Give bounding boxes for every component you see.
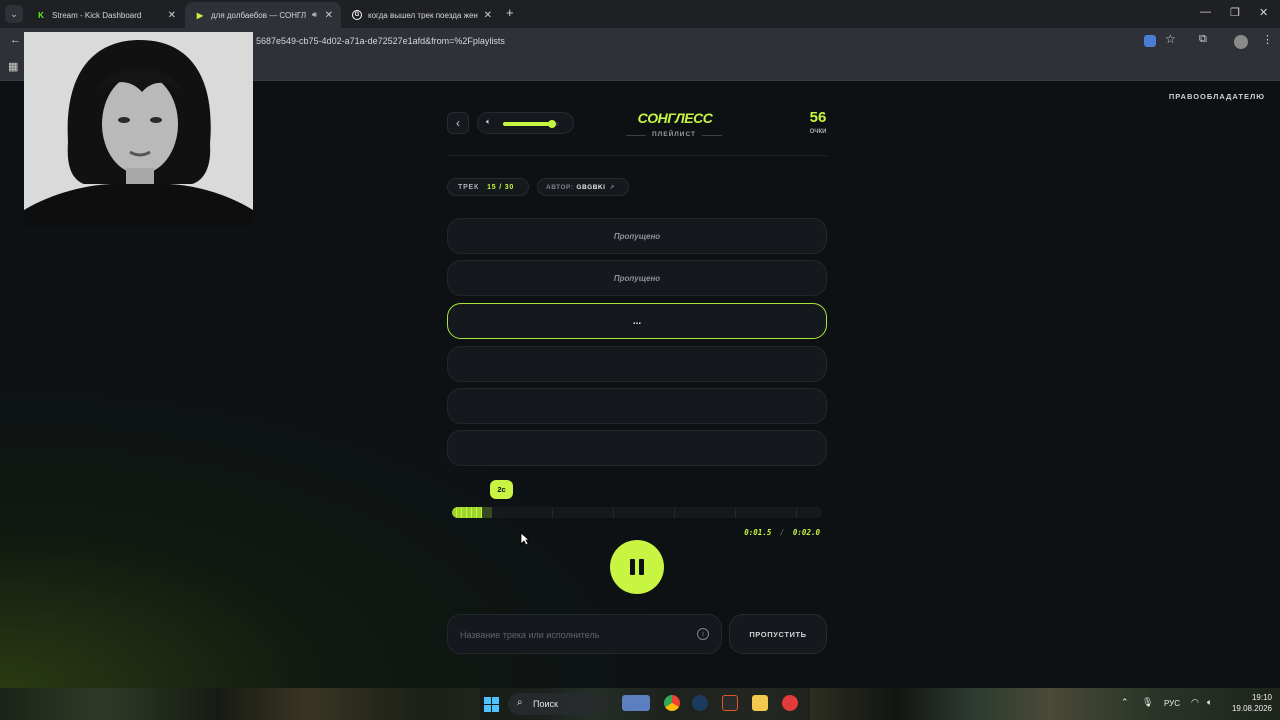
time-current: 0:01.5 [744, 528, 772, 537]
unplayed-segment [482, 507, 492, 518]
time-separator: / [779, 528, 785, 537]
author-badge[interactable]: АВТОР: GBGBKI ↗ [537, 178, 629, 196]
close-window-icon[interactable]: ✕ [1259, 6, 1268, 19]
mode-subtitle: ПЛЕЙЛИСТ [626, 131, 722, 138]
apps-grid-icon[interactable]: ▦ [8, 60, 18, 73]
speaker-icon[interactable]: 🔊︎ [312, 10, 317, 20]
mouse-cursor [520, 532, 531, 551]
back-arrow-icon[interactable]: ← [10, 34, 21, 46]
steam-icon[interactable] [692, 695, 708, 711]
score-value: 56 [809, 109, 827, 126]
track-search-input[interactable] [460, 627, 690, 643]
chrome-icon[interactable] [664, 695, 680, 711]
track-counter-badge: ТРЕК 15 / 30 [447, 178, 529, 196]
input-language[interactable]: РУС [1164, 699, 1180, 708]
volume-slider-knob[interactable] [548, 120, 557, 128]
search-icon: ⌕ [517, 697, 523, 708]
tab-google-search[interactable]: G когда вышел трек поезда жен ✕ [342, 2, 500, 28]
unlocked-segment-region [452, 507, 492, 518]
volume-track[interactable] [503, 120, 559, 128]
info-icon[interactable]: i [697, 628, 709, 640]
header-divider [447, 155, 827, 156]
tab-title: Stream - Kick Dashboard [52, 10, 142, 20]
skip-button[interactable]: ПРОПУСТИТЬ [729, 614, 827, 654]
app-icon[interactable] [722, 695, 738, 711]
clock-date: 19.08.2026 [1231, 704, 1272, 713]
slot-text: ... [632, 315, 642, 327]
translate-icon[interactable] [1144, 35, 1156, 47]
close-icon[interactable]: ✕ [325, 10, 333, 21]
back-button[interactable]: ‹ [447, 112, 469, 134]
speaker-icon: 🔈︎ [486, 117, 491, 126]
clock-time: 19:10 [1251, 693, 1272, 702]
chevron-left-icon: ‹ [456, 116, 460, 130]
taskbar-search-box[interactable]: ⌕ Поиск [508, 693, 608, 715]
volume-control[interactable]: 🔈︎ [477, 112, 574, 134]
taskbar-search-label: Поиск [533, 699, 558, 709]
external-link-icon: ↗ [609, 184, 615, 191]
chevron-up-icon[interactable]: ⌃ [1121, 697, 1129, 708]
app-icon[interactable] [782, 695, 798, 711]
new-tab-button[interactable]: + [506, 5, 514, 20]
menu-icon[interactable]: ⋮ [1262, 33, 1273, 46]
playback-time: 0:01.5 / 0:02.0 [700, 528, 820, 537]
time-total: 0:02.0 [792, 528, 820, 537]
locked-segments [492, 507, 822, 518]
tab-kick-dashboard[interactable]: K Stream - Kick Dashboard ✕ [26, 2, 184, 28]
guess-slot-empty [447, 346, 827, 382]
kick-icon: K [38, 10, 44, 20]
volume-fill [503, 122, 553, 126]
address-bar-url[interactable]: 5687e549-cb75-4d02-a71a-de72527e1afd&fro… [256, 36, 505, 46]
extensions-icon[interactable]: ⧉ [1199, 33, 1207, 46]
close-icon[interactable]: ✕ [168, 10, 176, 21]
playback-progress-bar[interactable] [452, 507, 822, 518]
author-value: GBGBKI [576, 183, 606, 191]
guess-input-container: i [447, 614, 722, 654]
guess-slot-empty [447, 430, 827, 466]
widgets-icon[interactable] [622, 695, 650, 711]
restore-icon[interactable]: ❐ [1230, 6, 1240, 19]
author-label: АВТОР: [546, 183, 574, 191]
slot-text: Пропущено [613, 231, 661, 241]
track-label: ТРЕК [458, 183, 480, 191]
snippet-length-tooltip: 2с [490, 480, 513, 499]
tab-list-button[interactable]: ⌄ [5, 5, 23, 23]
pause-button[interactable] [610, 540, 664, 594]
pause-icon [630, 559, 644, 575]
progress-fill [452, 507, 482, 518]
wifi-icon[interactable]: ◠ [1191, 697, 1199, 708]
slot-text: Пропущено [613, 273, 661, 283]
score-label: ОЧКИ [809, 129, 827, 135]
browser-tab-strip: ⌄ K Stream - Kick Dashboard ✕ ▶ для долб… [0, 0, 1280, 28]
tab-title: когда вышел трек поезда жен [368, 10, 478, 20]
track-value: 15 / 30 [487, 183, 515, 191]
guess-slot-skipped: Пропущено [447, 218, 827, 254]
app-icon[interactable] [752, 695, 768, 711]
tab-title: для долбаебов — СОНГЛЕ [211, 10, 306, 20]
minimize-icon[interactable]: — [1200, 6, 1211, 18]
speaker-icon[interactable]: 🔈︎ [1207, 697, 1212, 708]
rights-holder-link[interactable]: ПРАВООБЛАДАТЕЛЮ [1169, 92, 1265, 101]
microphone-icon[interactable]: 🎙︎ [1142, 697, 1153, 708]
google-icon: G [352, 10, 362, 20]
star-icon[interactable]: ☆ [1165, 32, 1176, 46]
windows-start-icon[interactable] [484, 697, 499, 712]
songless-icon: ▶ [196, 10, 204, 20]
close-icon[interactable]: ✕ [484, 10, 492, 21]
guess-slot-skipped: Пропущено [447, 260, 827, 296]
tab-songless[interactable]: ▶ для долбаебов — СОНГЛЕ 🔊︎ ✕ [185, 2, 341, 28]
guess-slot-empty [447, 388, 827, 424]
system-clock[interactable]: 19:10 19.08.2026 [1228, 692, 1272, 714]
webcam-overlay [24, 32, 253, 226]
profile-avatar[interactable] [1234, 35, 1248, 49]
app-logo[interactable]: СОНГЛЕСС [620, 110, 730, 126]
guess-slot-current: ... [447, 303, 827, 339]
